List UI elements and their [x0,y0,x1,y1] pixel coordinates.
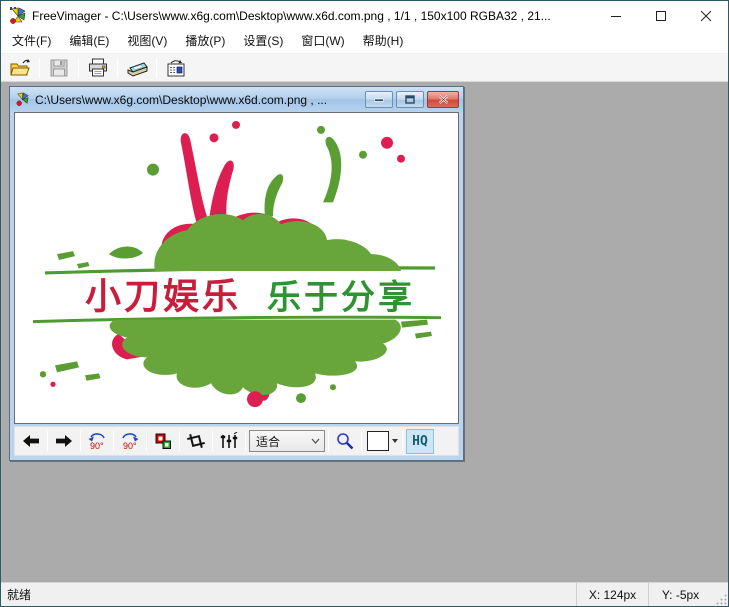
image-child-window: C:\Users\www.x6g.com\Desktop\www.x6d.com… [9,86,464,461]
green-splash-bottom [40,320,432,407]
rotate-left-90-icon: 90° [85,430,109,452]
maximize-icon [655,10,667,22]
toolbar-separator [361,431,362,451]
crop-icon [186,431,206,451]
rotate-right-90-icon: 90° [118,430,142,452]
print-icon [88,58,108,77]
minimize-button[interactable] [593,1,638,30]
save-icon [50,59,68,77]
levels-icon [219,432,239,450]
background-color-button[interactable] [365,429,399,453]
background-color-swatch [367,431,389,451]
open-icon [9,58,31,78]
green-mound [154,214,401,271]
svg-text:90°: 90° [123,441,137,451]
save-button[interactable] [44,56,74,80]
app-icon [9,7,27,25]
batch-convert-icon [166,59,186,77]
toolbar-separator [80,431,81,451]
image-toolbar: 90° 90° [14,426,459,456]
window-titlebar[interactable]: FreeVimager - C:\Users\www.x6g.com\Deskt… [1,1,728,30]
zoom-mode-value: 适合 [256,433,311,450]
rotate-left-button[interactable]: 90° [84,429,110,453]
child-window-titlebar[interactable]: C:\Users\www.x6g.com\Desktop\www.x6d.com… [10,87,463,112]
batch-convert-button[interactable] [161,56,191,80]
toolbar-separator [328,431,329,451]
toolbar-separator [47,431,48,451]
next-image-button[interactable] [51,429,77,453]
child-window-icon [15,92,30,107]
child-minimize-icon [374,96,384,104]
child-close-icon [438,95,449,104]
splat-logo-image: 小刀娱乐 乐于分享 [15,113,458,423]
freevimager-window: FreeVimager - C:\Users\www.x6g.com\Deskt… [0,0,729,607]
resize-grip-icon [714,592,728,606]
child-restore-icon [405,95,415,104]
status-y-coordinate: Y: -5px [648,583,712,606]
close-icon [700,10,712,22]
resize-grip[interactable] [712,583,728,606]
hq-toggle-button[interactable]: HQ [406,429,434,454]
minimize-icon [610,10,622,22]
menu-item-play[interactable]: 播放(P) [176,30,234,53]
menu-item-file[interactable]: 文件(F) [3,30,60,53]
toolbar-separator [117,58,118,78]
menubar: 文件(F) 编辑(E) 视图(V) 播放(P) 设置(S) 窗口(W) 帮助(H… [1,30,728,54]
menu-item-window[interactable]: 窗口(W) [292,30,353,53]
magnifier-icon [335,431,355,451]
toolbar-separator [245,431,246,451]
status-x-coordinate: X: 124px [576,583,648,606]
zoom-button[interactable] [332,429,358,453]
child-minimize-button[interactable] [365,91,393,108]
background-color-dropdown-icon [392,439,398,443]
print-button[interactable] [83,56,113,80]
logo-text-red: 小刀娱乐 [85,277,241,317]
toolbar-separator [156,58,157,78]
child-close-button[interactable] [427,91,459,108]
child-window-body: 小刀娱乐 乐于分享 [10,112,463,460]
color-adjust-icon [154,432,172,450]
scan-icon [126,59,148,77]
menu-item-help[interactable]: 帮助(H) [354,30,413,53]
mdi-workspace: C:\Users\www.x6g.com\Desktop\www.x6d.com… [1,82,728,582]
toolbar-separator [39,58,40,78]
child-restore-button[interactable] [396,91,424,108]
child-window-title: C:\Users\www.x6g.com\Desktop\www.x6d.com… [35,93,362,107]
toolbar-separator [179,431,180,451]
svg-text:90°: 90° [90,441,104,451]
toolbar-separator [212,431,213,451]
scan-button[interactable] [122,56,152,80]
levels-button[interactable] [216,429,242,453]
crop-button[interactable] [183,429,209,453]
toolbar-separator [78,58,79,78]
rotate-right-button[interactable]: 90° [117,429,143,453]
window-title: FreeVimager - C:\Users\www.x6g.com\Deskt… [32,9,593,23]
open-button[interactable] [5,56,35,80]
zoom-mode-select[interactable]: 适合 [249,430,325,452]
image-viewport[interactable]: 小刀娱乐 乐于分享 [14,112,459,424]
logo-text-green: 乐于分享 [267,279,415,317]
menu-item-view[interactable]: 视图(V) [118,30,176,53]
statusbar: 就绪 X: 124px Y: -5px [1,582,728,606]
prev-arrow-icon [22,434,40,448]
next-arrow-icon [55,434,73,448]
status-ready-text: 就绪 [1,586,576,603]
menu-item-settings[interactable]: 设置(S) [234,30,292,53]
close-button[interactable] [683,1,728,30]
prev-image-button[interactable] [18,429,44,453]
toolbar-separator [113,431,114,451]
menu-item-edit[interactable]: 编辑(E) [60,30,118,53]
toolbar-separator [146,431,147,451]
maximize-button[interactable] [638,1,683,30]
main-toolbar [1,54,728,82]
toolbar-separator [402,431,403,451]
chevron-down-icon [311,438,320,444]
color-adjust-button[interactable] [150,429,176,453]
